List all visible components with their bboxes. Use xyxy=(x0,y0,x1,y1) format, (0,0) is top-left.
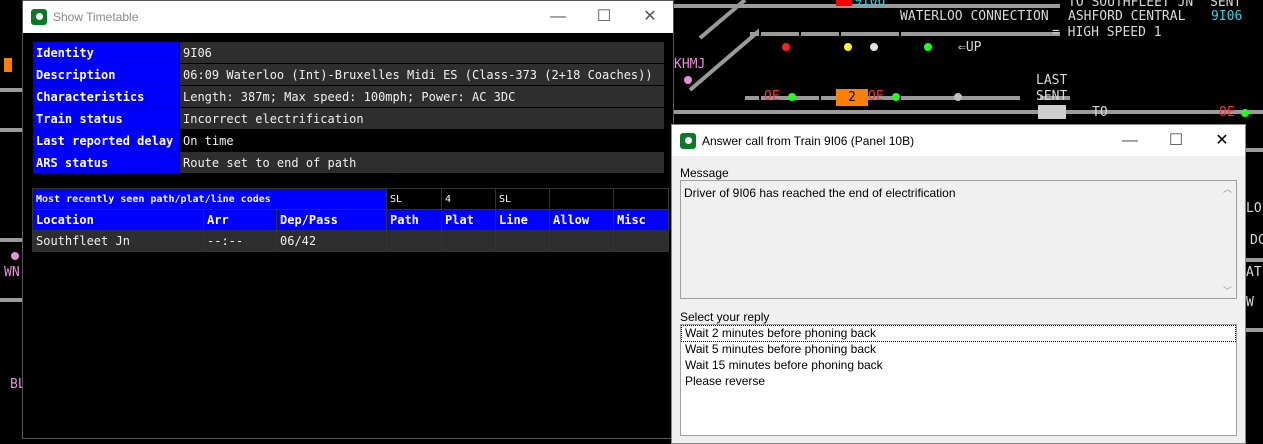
plat-code: 4 xyxy=(441,188,496,210)
maximize-button[interactable]: ☐ xyxy=(581,1,627,33)
message-text: Driver of 9I06 has reached the end of el… xyxy=(684,186,956,200)
message-label: Message xyxy=(680,166,729,180)
info-value: Length: 387m; Max speed: 100mph; Power: … xyxy=(179,85,665,108)
bg-label-to: TO xyxy=(1092,105,1108,120)
reply-option[interactable]: Wait 2 minutes before phoning back xyxy=(681,325,1236,342)
bg-label-at: AT xyxy=(1246,265,1262,280)
bg-train-id-right: 9I06 xyxy=(1211,9,1243,24)
path-caption: Most recently seen path/plat/line codes xyxy=(32,188,387,210)
cell-plat xyxy=(441,230,496,252)
maximize-icon: ☐ xyxy=(1168,132,1184,149)
scroll-up-icon[interactable]: ︿ xyxy=(1220,182,1235,195)
minimize-icon: — xyxy=(1122,132,1138,149)
message-scrollbar[interactable]: ︿ ﹀ xyxy=(1220,182,1235,297)
bg-label-wn: WN xyxy=(4,265,20,280)
train-info-table: Identity 9I06 Description 06:09 Waterloo (… xyxy=(32,41,665,174)
info-value: 9I06 xyxy=(179,41,665,64)
bg-label-waterloo: WATERLOO CONNECTION xyxy=(900,9,1049,24)
minimize-button[interactable]: — xyxy=(535,1,581,33)
cell-arr: --:-- xyxy=(203,230,277,252)
bg-signal-oe: OE xyxy=(868,89,884,104)
info-value: On time xyxy=(179,129,665,152)
reply-listbox[interactable]: Wait 2 minutes before phoning back Wait … xyxy=(680,324,1237,436)
close-icon: ✕ xyxy=(643,8,657,25)
bg-signal-oe: OE xyxy=(1219,105,1235,120)
reply-option[interactable]: Wait 15 minutes before phoning back xyxy=(682,358,1235,373)
bg-label-last: LAST xyxy=(1036,73,1068,88)
col-misc: Misc xyxy=(613,209,669,231)
railway-app-icon xyxy=(680,133,696,149)
col-arr: Arr xyxy=(203,209,277,231)
message-box[interactable]: Driver of 9I06 has reached the end of el… xyxy=(680,180,1237,299)
reply-label: Select your reply xyxy=(680,310,770,324)
info-value: Incorrect electrification xyxy=(179,107,665,130)
path-code: SL xyxy=(386,188,442,210)
maximize-icon: ☐ xyxy=(596,8,612,25)
bg-label-lo: LO xyxy=(1246,201,1262,216)
info-row: Train status Incorrect electrification xyxy=(32,107,665,130)
bg-label-dc: DC xyxy=(1250,233,1263,248)
info-row: ARS status Route set to end of path xyxy=(32,151,665,174)
bg-label-khmj: KHMJ xyxy=(674,57,706,72)
answer-call-titlebar[interactable]: Answer call from Train 9I06 (Panel 10B) … xyxy=(672,125,1245,156)
info-row: Description 06:09 Waterloo (Int)-Bruxelle… xyxy=(32,63,665,86)
info-row: Characteristics Length: 387m; Max speed: … xyxy=(32,85,665,108)
window-title: Answer call from Train 9I06 (Panel 10B) xyxy=(702,134,915,148)
bg-label-hs1: = HIGH SPEED 1 xyxy=(1052,25,1162,40)
answer-call-window: Answer call from Train 9I06 (Panel 10B) … xyxy=(671,124,1246,444)
bg-label-w: W xyxy=(1246,295,1254,310)
berth-box[interactable]: 2 xyxy=(836,89,868,106)
info-value: Route set to end of path xyxy=(179,151,665,174)
close-button[interactable]: ✕ xyxy=(627,1,673,33)
info-key: Identity xyxy=(32,41,180,64)
close-button[interactable]: ✕ xyxy=(1199,125,1245,157)
cell-misc xyxy=(613,230,669,252)
maximize-button[interactable]: ☐ xyxy=(1153,125,1199,157)
close-icon: ✕ xyxy=(1215,132,1229,149)
col-plat: Plat xyxy=(441,209,496,231)
window-title: Show Timetable xyxy=(53,10,139,24)
allow-code xyxy=(549,188,614,210)
cell-allow xyxy=(549,230,614,252)
column-header-row: Location Arr Dep/Pass Path Plat Line All… xyxy=(32,209,669,231)
table-row[interactable]: Southfleet Jn --:-- 06/42 xyxy=(32,230,669,252)
col-dep: Dep/Pass xyxy=(276,209,387,231)
bg-label-ashford: ASHFORD CENTRAL xyxy=(1068,9,1186,24)
info-key: Description xyxy=(32,63,180,86)
reply-option[interactable]: Please reverse xyxy=(682,374,1235,389)
bg-label-up: ⇐UP xyxy=(958,40,982,55)
bg-label-sent2: SENT xyxy=(1036,89,1068,104)
misc-code xyxy=(613,188,669,210)
railway-app-icon xyxy=(31,9,47,25)
col-allow: Allow xyxy=(549,209,614,231)
bg-signal-oe: OE xyxy=(764,89,780,104)
info-key: ARS status xyxy=(32,151,180,174)
bg-train-id-top: 9I06 xyxy=(854,0,886,9)
info-key: Train status xyxy=(32,107,180,130)
scroll-down-icon[interactable]: ﹀ xyxy=(1220,284,1235,297)
path-table: Most recently seen path/plat/line codes … xyxy=(32,188,669,252)
col-path: Path xyxy=(386,209,442,231)
info-value: 06:09 Waterloo (Int)-Bruxelles Midi ES (… xyxy=(179,63,665,86)
cell-line xyxy=(495,230,550,252)
col-location: Location xyxy=(32,209,204,231)
timetable-titlebar[interactable]: Show Timetable — ☐ ✕ xyxy=(23,1,673,33)
info-key: Last reported delay xyxy=(32,129,180,152)
line-code: SL xyxy=(495,188,550,210)
col-line: Line xyxy=(495,209,550,231)
timetable-window: Show Timetable — ☐ ✕ Identity 9I06 Descri… xyxy=(22,0,674,439)
cell-dep: 06/42 xyxy=(276,230,387,252)
cell-path xyxy=(386,230,442,252)
reply-option[interactable]: Wait 5 minutes before phoning back xyxy=(682,342,1235,357)
info-key: Characteristics xyxy=(32,85,180,108)
info-row: Last reported delay On time xyxy=(32,129,665,152)
cell-location: Southfleet Jn xyxy=(32,230,204,252)
minimize-button[interactable]: — xyxy=(1107,125,1153,157)
info-row: Identity 9I06 xyxy=(32,41,665,64)
minimize-icon: — xyxy=(550,8,566,25)
